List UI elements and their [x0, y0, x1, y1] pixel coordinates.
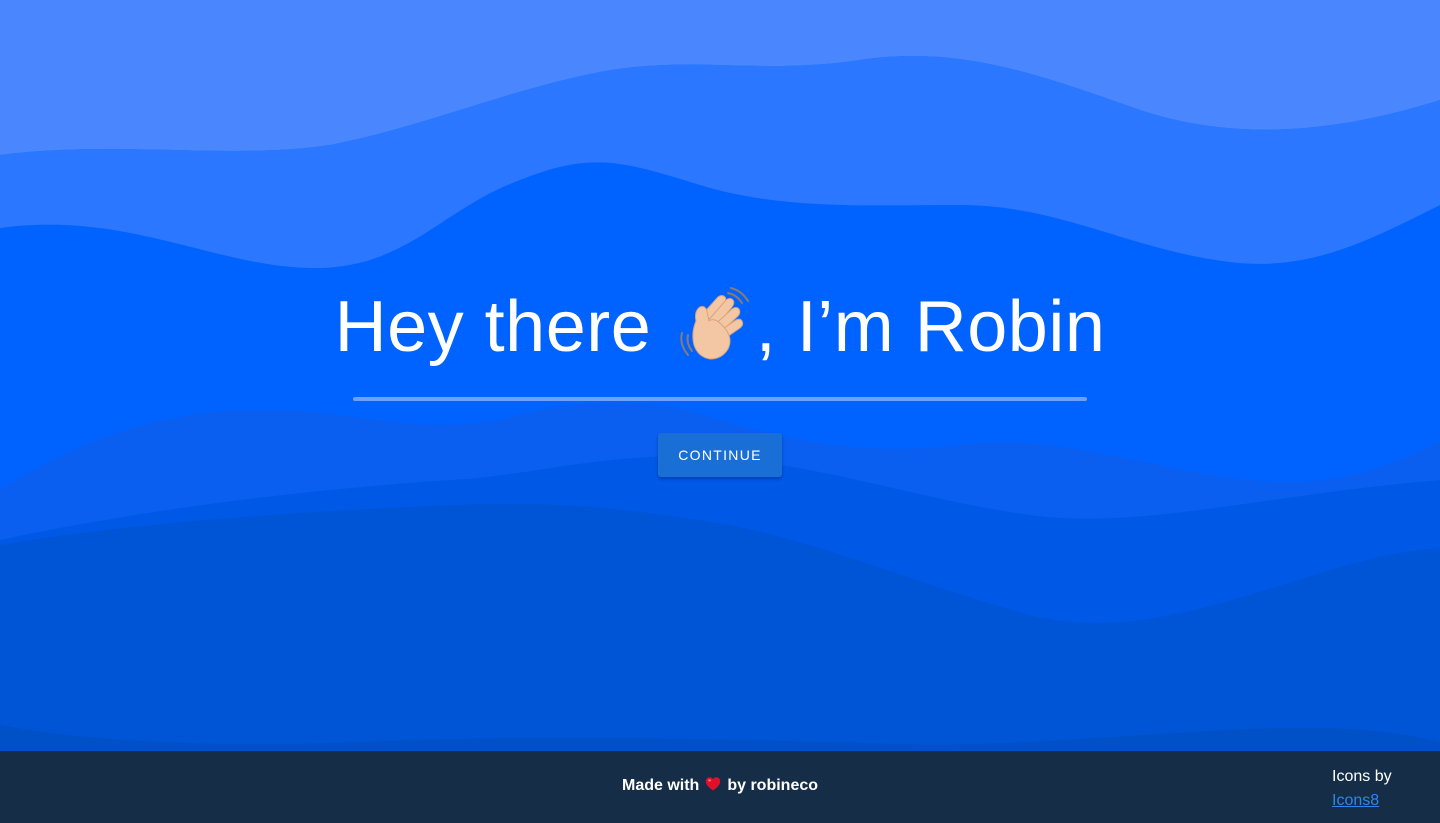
headline-prefix: Hey there [334, 287, 672, 367]
heart-icon [706, 777, 721, 791]
made-with-suffix: by robineco [727, 777, 819, 794]
hero-section: Hey there , I’m Robin CONTINUE [0, 0, 1440, 751]
made-with-credit: Made with by robineco [0, 776, 1440, 796]
wave-background [0, 0, 1440, 751]
icons-credit: Icons by Icons8 [1332, 765, 1392, 813]
title-divider [353, 397, 1087, 401]
headline-suffix: , I’m Robin [755, 287, 1106, 367]
icons-credit-label: Icons by [1332, 768, 1392, 785]
page-title: Hey there , I’m Robin [0, 282, 1440, 372]
footer: Made with by robineco Icons by Icons8 [0, 751, 1440, 823]
waving-hand-icon [680, 287, 749, 360]
icons8-link[interactable]: Icons8 [1332, 792, 1379, 809]
made-with-prefix: Made with [621, 777, 700, 794]
continue-button[interactable]: CONTINUE [658, 433, 782, 477]
